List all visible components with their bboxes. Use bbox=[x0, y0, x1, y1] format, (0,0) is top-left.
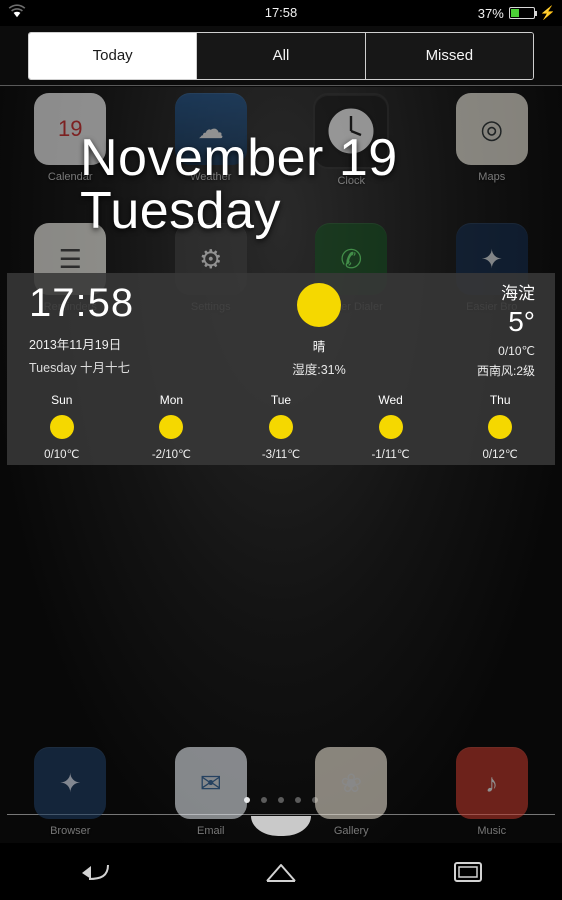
browser-icon: ✦ bbox=[34, 747, 107, 819]
forecast-day-name: Mon bbox=[159, 393, 184, 407]
home-button[interactable] bbox=[238, 852, 324, 892]
forecast-day-name: Wed bbox=[378, 393, 403, 407]
home-icon bbox=[264, 860, 298, 884]
recents-button[interactable] bbox=[425, 852, 511, 892]
condition-label: 晴 bbox=[312, 340, 326, 354]
back-arrow-icon bbox=[77, 860, 111, 884]
app-label: Maps bbox=[478, 171, 506, 183]
email-icon: ✉ bbox=[174, 747, 247, 819]
email-icon-glyph: ✉ bbox=[199, 767, 222, 798]
calendar-icon-glyph: 19 bbox=[58, 116, 83, 141]
forecast-day: Sun 0/10℃ bbox=[7, 393, 117, 461]
app-gallery[interactable]: ❀ Gallery bbox=[303, 747, 399, 837]
lock-date-line1: November 19 bbox=[80, 129, 398, 187]
music-icon: ♪ bbox=[455, 747, 528, 819]
forecast-day-name: Tue bbox=[270, 393, 292, 407]
maps-icon-glyph: ◎ bbox=[480, 113, 504, 144]
dialer-icon-glyph: ✆ bbox=[340, 243, 363, 274]
city-label: 海淀 bbox=[501, 284, 535, 303]
tab-missed-label: Missed bbox=[425, 47, 474, 64]
forecast-temp: -1/11℃ bbox=[371, 449, 410, 461]
lock-date-overlay: November 19 Tuesday bbox=[80, 129, 398, 241]
gallery-icon-glyph: ❀ bbox=[340, 767, 363, 798]
tab-today-label: Today bbox=[92, 47, 133, 64]
battery-icon bbox=[508, 7, 537, 19]
widget-date-sub: Tuesday 十月十七 bbox=[29, 361, 130, 375]
status-bar: 17:58 37% ⚡ bbox=[0, 0, 562, 26]
current-temp: 5° bbox=[508, 306, 535, 337]
humidity-label: 湿度:31% bbox=[292, 363, 346, 377]
temp-range: 0/10℃ bbox=[498, 344, 535, 358]
tab-missed[interactable]: Missed bbox=[365, 32, 533, 79]
forecast-temp: -2/10℃ bbox=[151, 449, 191, 461]
forecast-temp: 0/12℃ bbox=[482, 449, 518, 461]
music-icon-glyph: ♪ bbox=[485, 767, 499, 798]
forecast-day: Thu 0/12℃ bbox=[445, 393, 555, 461]
sun-icon bbox=[268, 415, 293, 439]
compass-icon-glyph: ✦ bbox=[480, 243, 503, 274]
battery-percent-label: 37% bbox=[477, 5, 504, 21]
settings-icon-glyph: ⚙ bbox=[199, 243, 223, 274]
navigation-bar bbox=[0, 843, 562, 900]
back-button[interactable] bbox=[51, 852, 137, 892]
forecast-temp: 0/10℃ bbox=[44, 449, 80, 461]
tab-today[interactable]: Today bbox=[29, 32, 198, 79]
current-condition: 晴 湿度:31% bbox=[269, 283, 369, 378]
browser-icon-glyph: ✦ bbox=[59, 767, 82, 798]
sun-icon bbox=[297, 283, 341, 327]
device-screen: 17:58 37% ⚡ Today All Missed 19 Calendar… bbox=[0, 0, 562, 900]
sun-icon bbox=[49, 415, 74, 439]
app-label: Email bbox=[196, 825, 225, 837]
notification-tab-bar: Today All Missed bbox=[0, 26, 562, 86]
reminders-icon-glyph: ☰ bbox=[58, 243, 82, 274]
forecast-temp: -3/11℃ bbox=[261, 449, 301, 461]
forecast-day-name: Sun bbox=[51, 393, 73, 407]
forecast-day: Mon -2/10℃ bbox=[117, 393, 227, 461]
weather-widget-top: 17:58 2013年11月19日 Tuesday 十月十七 晴 湿度:31% … bbox=[7, 273, 555, 379]
app-music[interactable]: ♪ Music bbox=[444, 747, 540, 837]
app-label: Browser bbox=[50, 825, 91, 837]
app-label: Gallery bbox=[333, 825, 369, 837]
app-browser[interactable]: ✦ Browser bbox=[22, 747, 118, 837]
gallery-icon: ❀ bbox=[315, 747, 388, 819]
status-bar-right: 37% ⚡ bbox=[478, 0, 556, 26]
notification-tabs: Today All Missed bbox=[28, 31, 534, 80]
tab-all[interactable]: All bbox=[197, 32, 366, 79]
wind-label: 西南风:2级 bbox=[476, 364, 535, 378]
sun-icon bbox=[378, 415, 403, 439]
forecast-day: Tue -3/11℃ bbox=[226, 393, 336, 461]
lock-date-line2: Tuesday bbox=[80, 182, 282, 241]
app-email[interactable]: ✉ Email bbox=[163, 747, 259, 837]
recents-icon bbox=[453, 860, 483, 884]
lightning-bolt-icon: ⚡ bbox=[539, 5, 556, 20]
widget-date-cn: 2013年11月19日 bbox=[29, 338, 122, 352]
app-maps[interactable]: ◎ Maps bbox=[444, 93, 540, 187]
widget-date: 2013年11月19日 Tuesday 十月十七 bbox=[29, 334, 130, 376]
forecast-row: Sun 0/10℃ Mon -2/10℃ Tue -3/11℃ Wed -1/1… bbox=[7, 393, 555, 461]
location-block: 海淀 5° 0/10℃ 西南风:2级 bbox=[477, 279, 535, 379]
tab-all-label: All bbox=[272, 47, 290, 64]
forecast-day: Wed -1/11℃ bbox=[336, 393, 446, 461]
forecast-day-name: Thu bbox=[489, 393, 511, 407]
sun-icon bbox=[488, 415, 513, 439]
maps-icon: ◎ bbox=[455, 93, 528, 165]
weather-widget[interactable]: 17:58 2013年11月19日 Tuesday 十月十七 晴 湿度:31% … bbox=[7, 273, 555, 465]
widget-clock: 17:58 bbox=[29, 281, 135, 325]
app-label: Music bbox=[477, 825, 507, 837]
sun-icon bbox=[159, 415, 184, 439]
